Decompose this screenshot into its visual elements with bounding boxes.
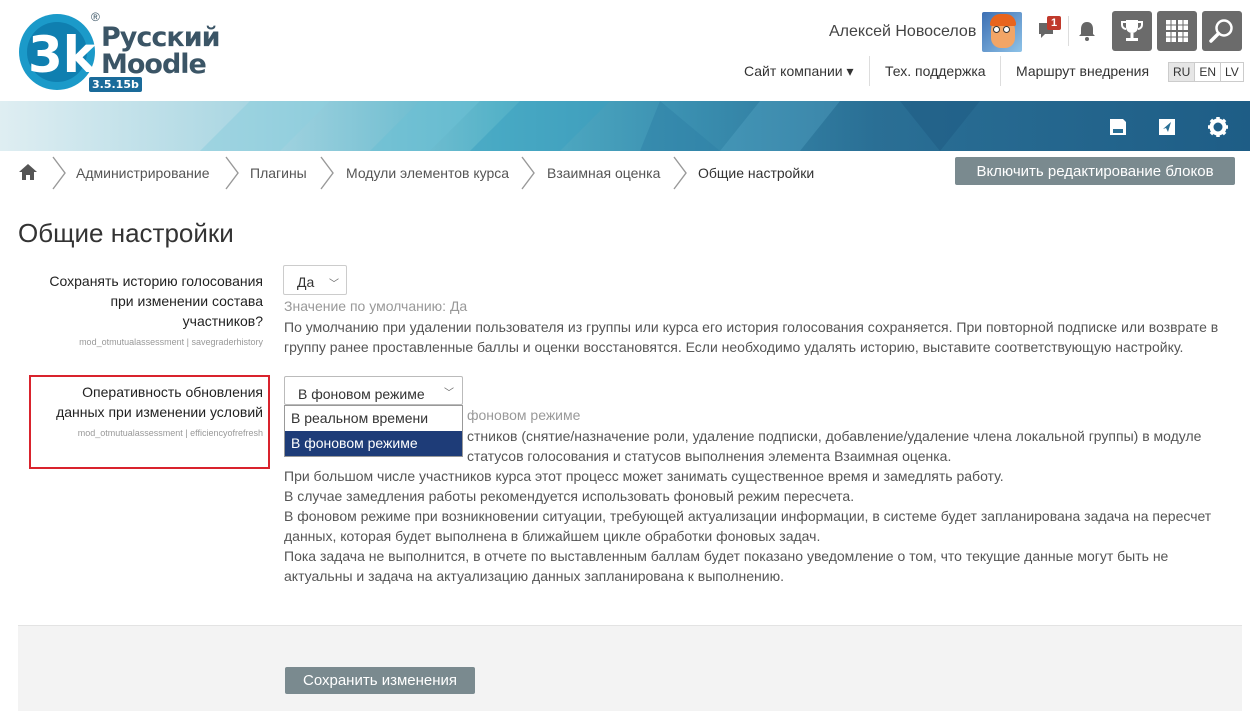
lang-en[interactable]: EN — [1195, 63, 1222, 81]
bell-icon[interactable] — [1077, 20, 1097, 42]
search-icon — [1209, 19, 1233, 43]
setting-description-line: стников (снятие/назначение роли, удалени… — [467, 428, 1202, 444]
breadcrumb-item[interactable]: Плагины — [250, 165, 307, 181]
breadcrumb-current: Общие настройки — [698, 165, 815, 181]
trophy-icon — [1121, 20, 1143, 41]
chevron-right-icon — [521, 156, 535, 190]
save-icon[interactable] — [1109, 118, 1127, 136]
user-name[interactable]: Алексей Новоселов — [829, 23, 976, 41]
header-banner — [0, 101, 1250, 151]
divider — [869, 56, 870, 86]
logo-text: Русский Moodle — [101, 22, 221, 80]
logo-3k-icon: 3k — [19, 14, 98, 90]
nav-route[interactable]: Маршрут внедрения — [1016, 63, 1149, 79]
chevron-right-icon — [52, 156, 66, 190]
grid-icon — [1166, 20, 1188, 42]
breadcrumb-item[interactable]: Модули элементов курса — [346, 165, 509, 181]
edit-blocks-button[interactable]: Включить редактирование блоков — [955, 157, 1235, 185]
chevron-down-icon: ﹀ — [329, 279, 339, 290]
nav-support[interactable]: Тех. поддержка — [885, 63, 986, 79]
divider — [1000, 56, 1001, 86]
dropdown-option[interactable]: В реальном времени — [285, 406, 462, 431]
breadcrumb-item[interactable]: Администрирование — [76, 165, 210, 181]
dropdown-option-selected[interactable]: В фоновом режиме — [285, 431, 462, 456]
efficiencyofrefresh-select[interactable]: В фоновом режиме ﹀ — [284, 376, 463, 405]
save-changes-button[interactable]: Сохранить изменения — [285, 667, 475, 694]
efficiencyofrefresh-dropdown: В реальном времени В фоновом режиме — [284, 405, 463, 457]
svg-text:3k: 3k — [28, 26, 97, 84]
gear-icon[interactable] — [1207, 116, 1229, 138]
lang-lv[interactable]: LV — [1221, 63, 1243, 81]
default-value: Значение по умолчанию: Да — [284, 298, 468, 314]
savegraderhistory-select[interactable]: Да ﹀ — [283, 265, 347, 295]
chevron-right-icon — [673, 156, 687, 190]
chat-badge: 1 — [1047, 16, 1062, 30]
default-value: фоновом режиме — [467, 407, 581, 423]
setting-description-line: статусов голосования и статусов выполнен… — [467, 448, 952, 464]
form-footer — [18, 625, 1242, 711]
setting-label-efficiencyofrefresh: Оперативность обновления данных при изме… — [56, 384, 263, 438]
chevron-right-icon — [225, 156, 239, 190]
language-switcher: RU EN LV — [1168, 62, 1244, 82]
setting-description: При большом числе участников курса этот … — [284, 468, 1212, 584]
banner-pattern — [200, 101, 980, 151]
apps-grid-button[interactable] — [1157, 11, 1197, 51]
divider — [1068, 16, 1069, 46]
chevron-right-icon — [320, 156, 334, 190]
avatar[interactable] — [982, 12, 1022, 52]
send-icon[interactable] — [1157, 117, 1177, 137]
site-logo[interactable]: 3k ® Русский Moodle 3.5.15b — [17, 10, 227, 94]
chevron-down-icon: ﹀ — [444, 388, 454, 399]
setting-key: mod_otmutualassessment | efficiencyofref… — [77, 428, 263, 438]
setting-label-savegraderhistory: Сохранять историю голосования при измене… — [49, 273, 263, 347]
breadcrumb-item[interactable]: Взаимная оценка — [547, 165, 660, 181]
lang-ru[interactable]: RU — [1169, 63, 1196, 81]
version-badge: 3.5.15b — [89, 77, 142, 92]
registered-mark: ® — [91, 10, 100, 24]
home-icon[interactable] — [18, 163, 38, 181]
achievements-button[interactable] — [1112, 11, 1152, 51]
page-title: Общие настройки — [18, 218, 234, 248]
setting-description: По умолчанию при удалении пользователя и… — [284, 319, 1219, 355]
nav-company-site[interactable]: Сайт компании ▾ — [744, 63, 854, 80]
search-button[interactable] — [1202, 11, 1242, 51]
setting-key: mod_otmutualassessment | savegraderhisto… — [79, 337, 263, 347]
